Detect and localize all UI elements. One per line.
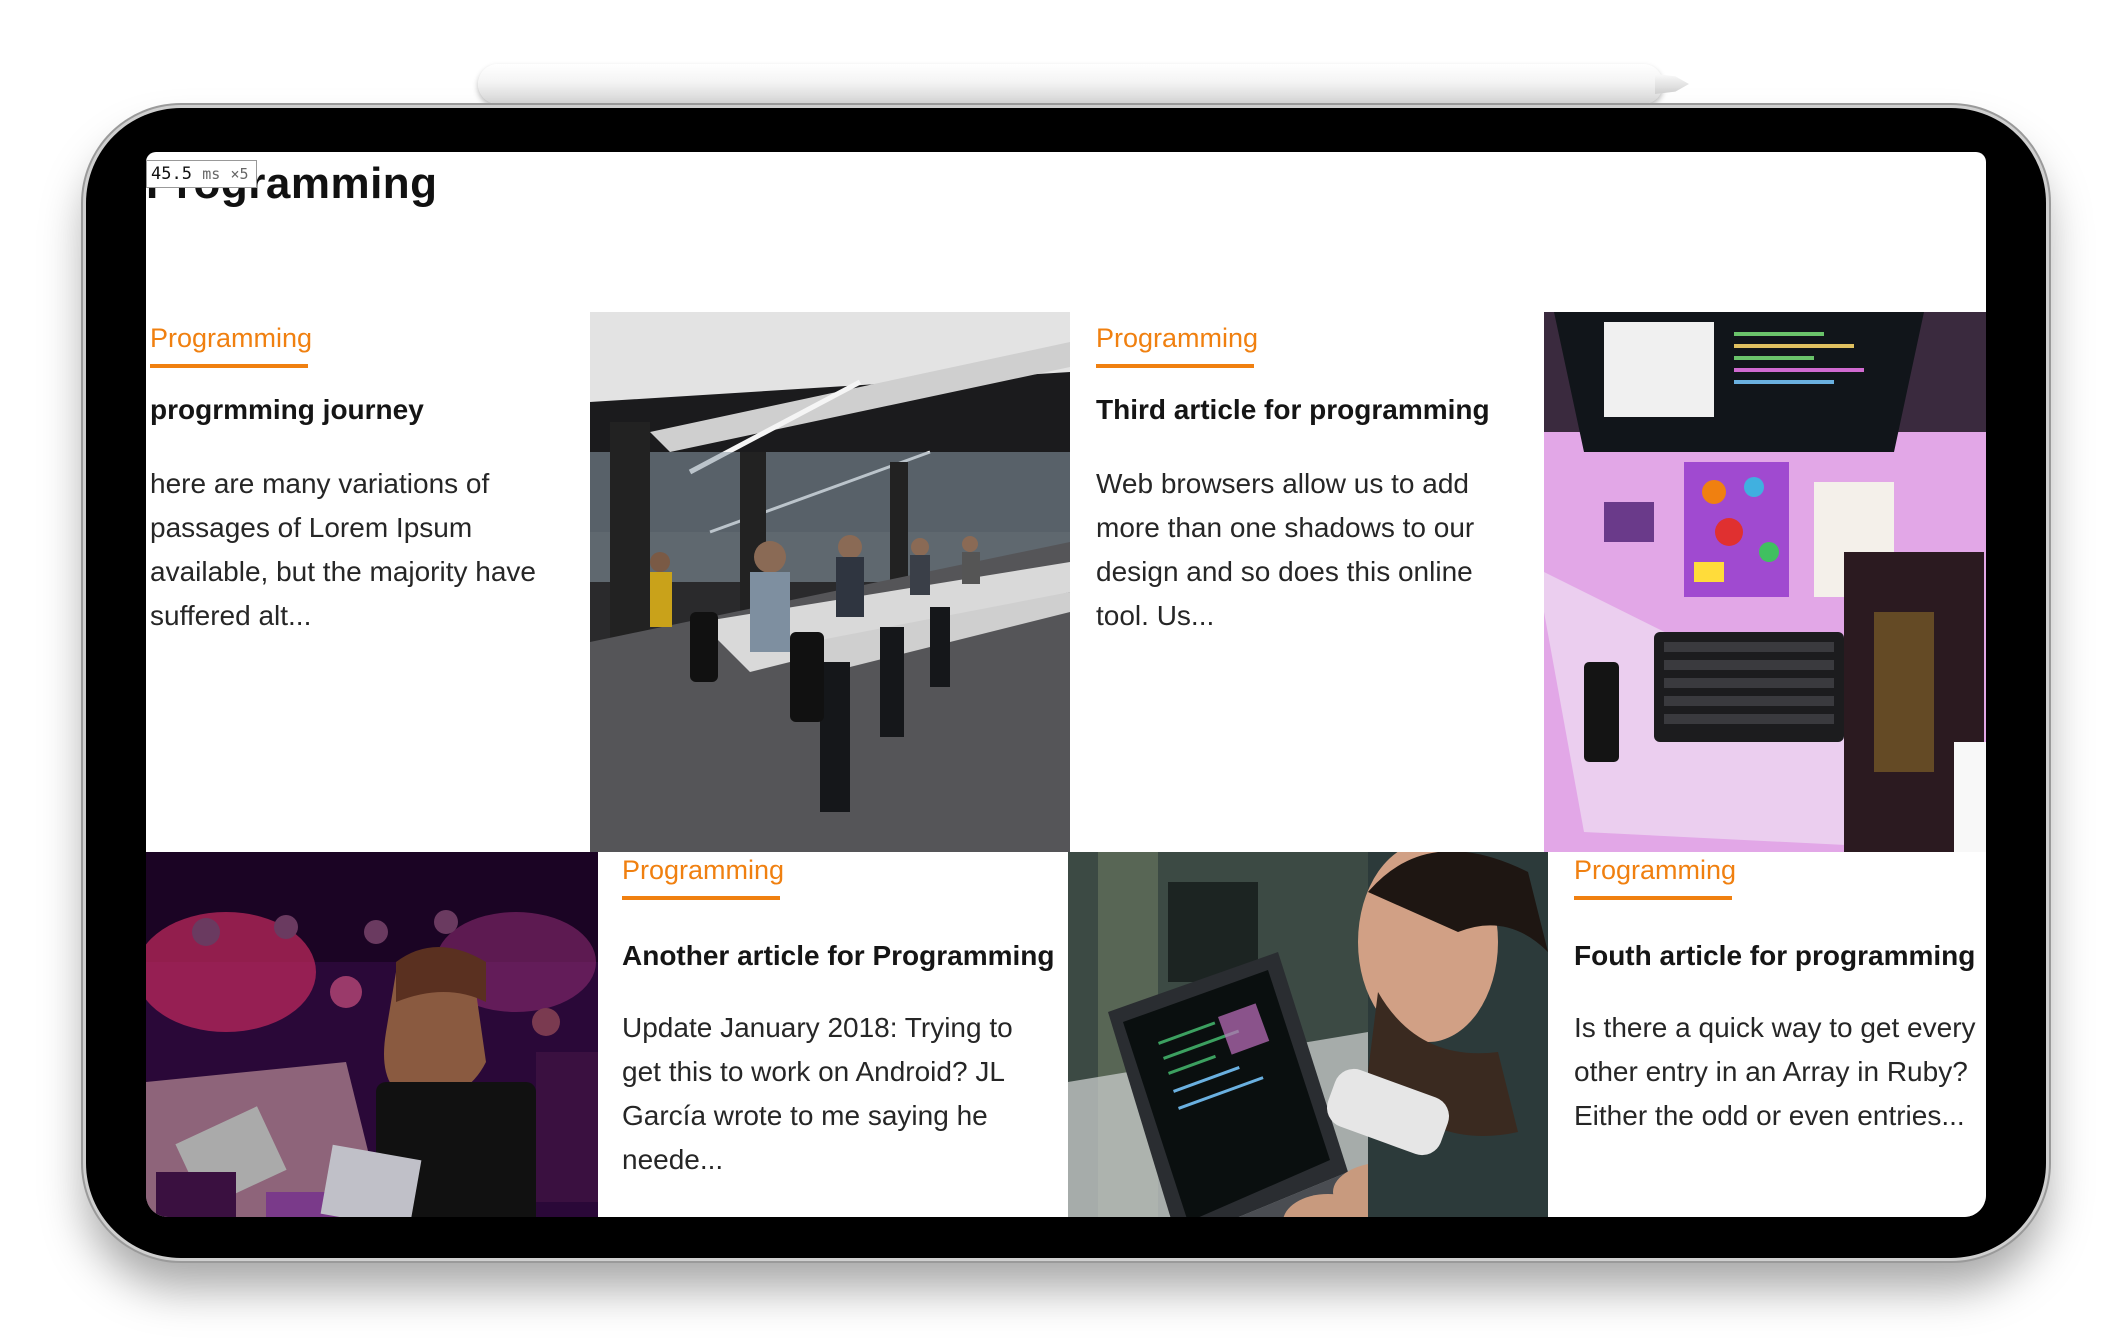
article-title[interactable]: Third article for programming	[1096, 392, 1490, 428]
category-link[interactable]: Programming	[1574, 852, 1736, 888]
timer-multiplier: ×5	[230, 165, 249, 183]
category-underline	[1096, 364, 1254, 368]
article-title[interactable]: progrmming journey	[150, 392, 424, 428]
article-card-4[interactable]: Programming Fouth article for programmin…	[1548, 852, 1986, 1217]
article-title[interactable]: Another article for Programming	[622, 938, 1055, 974]
tablet-frame: 45.5 ms ×5 Programming Programming progr…	[86, 108, 2046, 1258]
article-image-office[interactable]	[590, 312, 1070, 852]
frame-timer-badge: 45.5 ms ×5	[146, 160, 257, 188]
timer-unit: ms	[202, 165, 221, 183]
tablet-screen: 45.5 ms ×5 Programming Programming progr…	[146, 152, 1986, 1217]
article-excerpt: Web browsers allow us to add more than o…	[1096, 468, 1475, 631]
article-excerpt: here are many variations of passages of …	[150, 468, 536, 631]
article-excerpt: Update January 2018: Trying to get this …	[622, 1012, 1013, 1175]
article-card-1[interactable]: Programming progrmming journey here are …	[146, 312, 590, 852]
category-link[interactable]: Programming	[622, 852, 784, 888]
article-image-hackathon[interactable]	[146, 852, 598, 1217]
category-link[interactable]: Programming	[150, 320, 312, 356]
category-underline	[1574, 896, 1732, 900]
article-card-3[interactable]: Programming Another article for Programm…	[598, 852, 1068, 1217]
article-image-desk[interactable]	[1544, 312, 1986, 852]
article-excerpt: Is there a quick way to get every other …	[1574, 1012, 1976, 1131]
category-underline	[150, 364, 308, 368]
article-image-laptop[interactable]	[1068, 852, 1548, 1217]
timer-value: 45.5	[151, 164, 192, 184]
stylus	[478, 64, 1689, 104]
category-link[interactable]: Programming	[1096, 320, 1258, 356]
article-card-2[interactable]: Programming Third article for programmin…	[1070, 312, 1544, 852]
article-title[interactable]: Fouth article for programming	[1574, 938, 1975, 974]
stylus-tip	[1655, 74, 1689, 94]
category-underline	[622, 896, 780, 900]
